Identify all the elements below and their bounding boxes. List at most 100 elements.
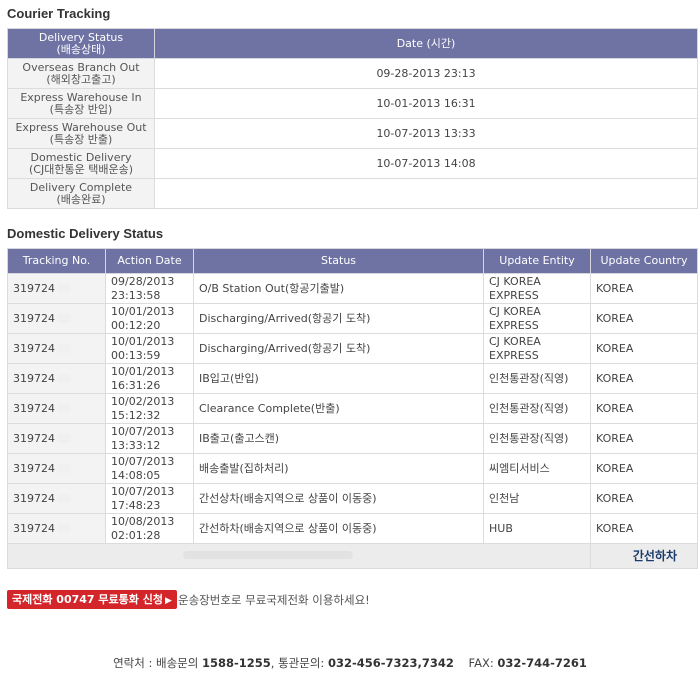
update-entity-cell: 인천통관장(직영) <box>483 363 591 394</box>
domestic-delivery-table: Tracking No. Action Date Status Update E… <box>7 248 698 569</box>
tracking-no-cell: 319724 <box>7 393 106 424</box>
update-country-cell: KOREA <box>590 273 698 304</box>
table-row: 319724 09/28/2013 23:13:58 O/B Station Out… <box>7 273 698 304</box>
update-entity-cell: 인천남 <box>483 483 591 514</box>
tracking-no-text: 319724 <box>13 521 55 535</box>
update-country-cell: KOREA <box>590 333 698 364</box>
redacted-digits <box>57 494 71 503</box>
action-date-cell: 10/02/2013 15:12:32 <box>105 393 194 424</box>
table-row: 319724 10/01/2013 00:12:20 Discharging/Arr… <box>7 303 698 334</box>
redacted-digits <box>57 464 71 473</box>
update-entity-cell: 씨엠티서비스 <box>483 453 591 484</box>
tracking-no-cell: 319724 <box>7 333 106 364</box>
courier-date-cell: 10-07-2013 14:08 <box>154 148 698 179</box>
action-date-cell: 10/07/2013 17:48:23 <box>105 483 194 514</box>
tracking-no-text: 319724 <box>13 341 55 355</box>
update-country-cell: KOREA <box>590 513 698 544</box>
update-entity-cell: 인천통관장(직영) <box>483 393 591 424</box>
tracking-no-text: 319724 <box>13 371 55 385</box>
customs-phone: 032-456-7323,7342 <box>327 656 454 670</box>
tracking-no-text: 319724 <box>13 281 55 295</box>
redacted-text <box>183 551 353 559</box>
table-row: 319724 10/07/2013 13:33:12 IB출고(출고스캔) 인천통관장… <box>7 423 698 454</box>
contact-prefix: 연락처 : 배송문의 <box>113 656 202 670</box>
update-entity-cell: 인천통관장(직영) <box>483 423 591 454</box>
redacted-digits <box>57 404 71 413</box>
courier-row: Delivery Complete (배송완료) <box>7 178 698 209</box>
free-call-button-label: 국제전화 00747 무료통화 신청 <box>12 593 163 606</box>
courier-row: Overseas Branch Out (해외창고출고) 09-28-2013 2… <box>7 58 698 89</box>
footer-redacted-cell <box>7 543 591 569</box>
header-update-country: Update Country <box>590 248 698 274</box>
tracking-no-cell: 319724 <box>7 303 106 334</box>
courier-status-cell: Delivery Complete (배송완료) <box>7 178 155 209</box>
action-date-cell: 10/08/2013 02:01:28 <box>105 513 194 544</box>
action-date-cell: 10/07/2013 14:08:05 <box>105 453 194 484</box>
tracking-no-text: 319724 <box>13 491 55 505</box>
update-entity-cell: CJ KOREA EXPRESS <box>483 273 591 304</box>
courier-status-cell: Domestic Delivery (CJ대한통운 택배운송) <box>7 148 155 179</box>
header-update-entity: Update Entity <box>483 248 591 274</box>
fax-label: FAX: <box>468 656 498 670</box>
tracking-no-text: 319724 <box>13 431 55 445</box>
courier-date-cell <box>154 178 698 209</box>
update-country-cell: KOREA <box>590 483 698 514</box>
tracking-no-text: 319724 <box>13 401 55 415</box>
courier-tracking-table: Delivery Status (배송상태) Date (시간) Oversea… <box>7 28 698 209</box>
tracking-no-cell: 319724 <box>7 513 106 544</box>
table-row: 319724 10/01/2013 16:31:26 IB입고(반입) 인천통관장(직… <box>7 363 698 394</box>
courier-status-cell: Overseas Branch Out (해외창고출고) <box>7 58 155 89</box>
header-action-date: Action Date <box>105 248 194 274</box>
tracking-no-cell: 319724 <box>7 273 106 304</box>
courier-row: Express Warehouse Out (특송장 반출) 10-07-2013… <box>7 118 698 149</box>
table-row: 319724 10/01/2013 00:13:59 Discharging/Arr… <box>7 333 698 364</box>
footer-current-status: 간선하차 <box>590 543 698 569</box>
free-call-note: 운송장번호로 무료국제전화 이용하세요! <box>178 593 370 607</box>
redacted-digits <box>57 284 71 293</box>
table-row: 319724 10/02/2013 15:12:32 Clearance Compl… <box>7 393 698 424</box>
courier-row: Domestic Delivery (CJ대한통운 택배운송) 10-07-201… <box>7 148 698 179</box>
redacted-digits <box>57 314 71 323</box>
courier-tracking-title: Courier Tracking <box>7 6 111 21</box>
action-date-cell: 10/01/2013 16:31:26 <box>105 363 194 394</box>
update-entity-cell: CJ KOREA EXPRESS <box>483 333 591 364</box>
tracking-no-cell: 319724 <box>7 483 106 514</box>
status-cell: 배송출발(집하처리) <box>193 453 484 484</box>
tracking-no-cell: 319724 <box>7 423 106 454</box>
update-entity-cell: HUB <box>483 513 591 544</box>
status-cell: Discharging/Arrived(항공기 도착) <box>193 333 484 364</box>
table-row: 319724 10/07/2013 17:48:23 간선상차(배송지역으로 상품이… <box>7 483 698 514</box>
status-cell: IB입고(반입) <box>193 363 484 394</box>
update-country-cell: KOREA <box>590 393 698 424</box>
tracking-no-text: 319724 <box>13 461 55 475</box>
redacted-digits <box>57 434 71 443</box>
table-row: 319724 10/07/2013 14:08:05 배송출발(집하처리) 씨엠티서비… <box>7 453 698 484</box>
action-date-cell: 09/28/2013 23:13:58 <box>105 273 194 304</box>
domestic-delivery-title: Domestic Delivery Status <box>7 226 164 241</box>
redacted-digits <box>57 344 71 353</box>
free-call-button[interactable]: 국제전화 00747 무료통화 신청 ▶ <box>7 590 177 609</box>
table-row: 319724 10/08/2013 02:01:28 간선하차(배송지역으로 상품이… <box>7 513 698 544</box>
courier-date-cell: 10-01-2013 16:31 <box>154 88 698 119</box>
status-cell: 간선하차(배송지역으로 상품이 이동중) <box>193 513 484 544</box>
courier-row: Express Warehouse In (특송장 반입) 10-01-2013 … <box>7 88 698 119</box>
redacted-digits <box>57 524 71 533</box>
header-date: Date (시간) <box>154 28 698 59</box>
update-entity-cell: CJ KOREA EXPRESS <box>483 303 591 334</box>
update-country-cell: KOREA <box>590 423 698 454</box>
courier-date-cell: 10-07-2013 13:33 <box>154 118 698 149</box>
status-cell: 간선상차(배송지역으로 상품이 이동중) <box>193 483 484 514</box>
update-country-cell: KOREA <box>590 303 698 334</box>
status-cell: Discharging/Arrived(항공기 도착) <box>193 303 484 334</box>
header-status: Status <box>193 248 484 274</box>
contact-info: 연락처 : 배송문의 1588-1255, 통관문의: 032-456-7323… <box>0 655 700 671</box>
action-date-cell: 10/01/2013 00:12:20 <box>105 303 194 334</box>
play-arrow-icon: ▶ <box>164 596 172 606</box>
redacted-digits <box>57 374 71 383</box>
domestic-footer-row: 간선하차 <box>7 543 698 569</box>
delivery-phone: 1588-1255 <box>201 656 271 670</box>
courier-date-cell: 09-28-2013 23:13 <box>154 58 698 89</box>
status-cell: IB출고(출고스캔) <box>193 423 484 454</box>
header-delivery-status: Delivery Status (배송상태) <box>7 28 155 59</box>
tracking-no-cell: 319724 <box>7 453 106 484</box>
